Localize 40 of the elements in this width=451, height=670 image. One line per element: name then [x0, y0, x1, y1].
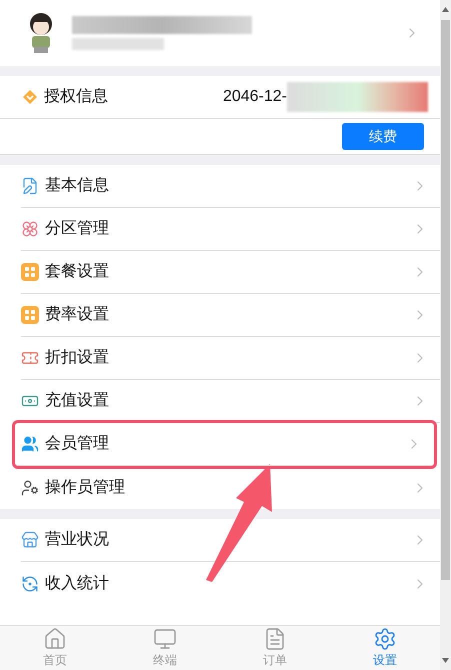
diamond-badge-icon: [22, 89, 38, 105]
menu-label: 操作员管理: [45, 478, 125, 498]
tab-label: 订单: [263, 652, 287, 669]
expiry-date: 2046-12-: [222, 87, 287, 107]
tab-label: 终端: [153, 652, 177, 669]
menu-label: 分区管理: [45, 219, 109, 239]
home-icon: [43, 627, 67, 651]
menu-label: 折扣设置: [45, 348, 109, 368]
menu-item[interactable]: 套餐设置: [21, 251, 440, 294]
grid-icon: [21, 263, 39, 281]
license-label: 授权信息: [44, 87, 108, 107]
ticket-icon: [21, 349, 39, 367]
menu-label: 费率设置: [45, 304, 109, 325]
settings-icon: [373, 627, 397, 651]
menu-label: 充值设置: [45, 390, 109, 411]
monitor-icon: [153, 627, 177, 651]
income-cycle-icon: [21, 574, 39, 592]
menu-item[interactable]: 折扣设置: [21, 337, 440, 380]
menu-label: 营业状况: [45, 530, 109, 550]
tab-label: 首页: [43, 652, 67, 669]
profile-card[interactable]: [0, 0, 440, 66]
menu-item[interactable]: 操作员管理: [21, 466, 440, 509]
menu-label: 会员管理: [45, 434, 109, 454]
user-gear-icon: [21, 478, 39, 496]
menu-item[interactable]: 收入统计: [21, 562, 440, 605]
renew-button[interactable]: 续费: [342, 123, 424, 150]
menu-label: 套餐设置: [45, 262, 109, 282]
menu-item[interactable]: 会员管理: [15, 423, 434, 466]
tab-item[interactable]: 设置: [330, 626, 440, 670]
clover-icon: [21, 220, 39, 238]
grid-icon: [21, 306, 39, 324]
menu-item[interactable]: 费率设置: [21, 294, 440, 337]
menu-label: 基本信息: [45, 176, 109, 196]
store-icon: [21, 531, 39, 549]
document-edit-icon: [21, 177, 39, 195]
menu-label: 收入统计: [45, 574, 109, 594]
tab-label: 设置: [373, 652, 397, 669]
users-icon: [21, 435, 39, 453]
menu-item[interactable]: 基本信息: [21, 165, 440, 208]
menu-item[interactable]: 分区管理: [21, 208, 440, 251]
